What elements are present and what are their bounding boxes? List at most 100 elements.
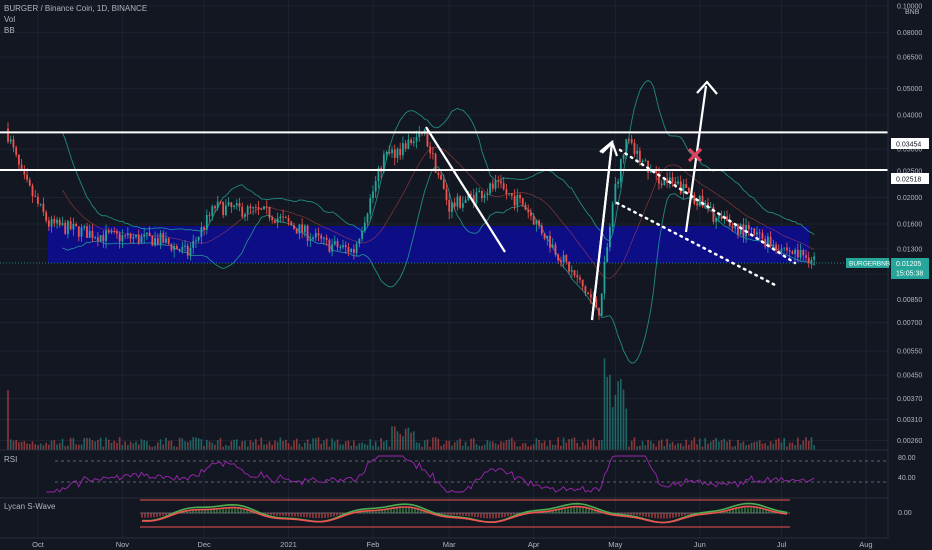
volume-bar	[211, 442, 214, 450]
volume-bar	[609, 374, 611, 450]
volume-bar	[712, 439, 715, 450]
volume-bar	[568, 439, 570, 450]
wave-histogram-bar	[672, 513, 674, 518]
level-lower-text: 0.02518	[896, 177, 921, 184]
volume-bar	[317, 437, 320, 450]
chart-canvas[interactable]: 0.100000.080000.065000.050000.040000.030…	[0, 0, 932, 550]
volume-bar	[127, 445, 129, 450]
volume-bar	[214, 444, 216, 450]
candle-body	[124, 235, 127, 237]
candle-body	[549, 235, 551, 248]
volume-bar	[728, 439, 731, 450]
volume-bar	[622, 389, 625, 450]
candle-body	[361, 231, 363, 239]
volume-bar	[58, 443, 61, 450]
volume-bar	[628, 446, 630, 450]
candle-body	[799, 250, 802, 258]
symbol-tag-text: BURGERBNB	[849, 261, 890, 268]
volume-bar	[649, 440, 652, 450]
volume-bar	[235, 439, 238, 450]
volume-bar	[497, 444, 500, 450]
wave-histogram-bar	[663, 513, 665, 519]
volume-bar	[377, 446, 380, 450]
volume-bar	[652, 443, 655, 450]
time-tick-label: Jun	[694, 540, 706, 549]
volume-bar	[56, 444, 58, 450]
volume-bar	[383, 441, 385, 450]
candle-body	[581, 279, 584, 287]
candle-body	[372, 191, 374, 199]
time-tick-label: Aug	[859, 540, 872, 549]
candle-body	[769, 236, 772, 246]
volume-bar	[767, 445, 769, 450]
volume-bar	[238, 445, 241, 450]
candle-body	[573, 270, 576, 276]
candle-body	[244, 214, 246, 217]
volume-bar	[28, 444, 31, 450]
wave-histogram-bar	[411, 508, 413, 513]
volume-bar	[576, 442, 579, 450]
volume-bar	[500, 441, 502, 450]
candle-body	[208, 214, 211, 216]
volume-bar	[783, 437, 786, 450]
volume-bar	[282, 440, 284, 450]
candle-body	[679, 181, 682, 194]
wave-histogram-bar	[303, 513, 305, 518]
candle-body	[396, 148, 399, 158]
volume-bar	[9, 439, 12, 450]
volume-bar	[587, 439, 589, 450]
candle-body	[761, 232, 764, 239]
candle-body	[764, 238, 767, 247]
volume-bar	[252, 441, 254, 450]
candle-body	[224, 205, 227, 216]
volume-bar	[423, 440, 426, 450]
candle-body	[698, 195, 701, 206]
time-tick-label: Mar	[443, 540, 456, 549]
time-tick-label: 2021	[280, 540, 297, 549]
candle-body	[747, 225, 750, 229]
volume-bar	[448, 440, 451, 450]
candle-body	[290, 221, 293, 226]
candle-body	[606, 247, 609, 262]
candle-body	[320, 235, 323, 239]
wave-histogram-bar	[147, 513, 149, 518]
candle-body	[500, 181, 502, 184]
volume-bar	[478, 445, 480, 450]
volume-bar	[677, 443, 679, 450]
candle-body	[696, 203, 698, 206]
volume-bar	[347, 440, 350, 450]
wave-histogram-bar	[642, 513, 644, 517]
volume-bar	[508, 439, 510, 450]
wave-histogram-bar	[510, 513, 512, 516]
time-tick-label: Feb	[366, 540, 379, 549]
price-tick-label: 0.05000	[897, 86, 922, 93]
wave-histogram-bar	[675, 513, 677, 518]
candle-body	[222, 202, 225, 216]
volume-bar	[257, 445, 260, 450]
volume-bar	[99, 437, 102, 450]
volume-bar	[688, 444, 690, 450]
wave-histogram-bar	[483, 513, 485, 519]
wave-histogram-bar	[309, 513, 311, 518]
candle-body	[28, 179, 31, 186]
candle-body	[309, 239, 312, 241]
wave-histogram-bar	[735, 508, 737, 513]
volume-bar	[475, 444, 478, 450]
price-tick-label: 0.00550	[897, 349, 922, 356]
volume-bar	[516, 446, 519, 450]
volume-bar	[380, 438, 382, 450]
volume-bar	[339, 444, 342, 450]
volume-bar	[102, 446, 105, 450]
candle-body	[15, 147, 18, 155]
candle-body	[709, 207, 712, 209]
volume-bar	[203, 445, 205, 450]
candle-body	[579, 277, 581, 280]
candle-body	[105, 230, 107, 242]
wave-histogram-bar	[396, 508, 398, 513]
candle-body	[437, 172, 440, 175]
candle-body	[274, 220, 276, 223]
volume-bar	[393, 426, 396, 450]
wave-histogram-bar	[621, 513, 623, 515]
candle-body	[470, 193, 472, 196]
candle-body	[252, 207, 255, 209]
